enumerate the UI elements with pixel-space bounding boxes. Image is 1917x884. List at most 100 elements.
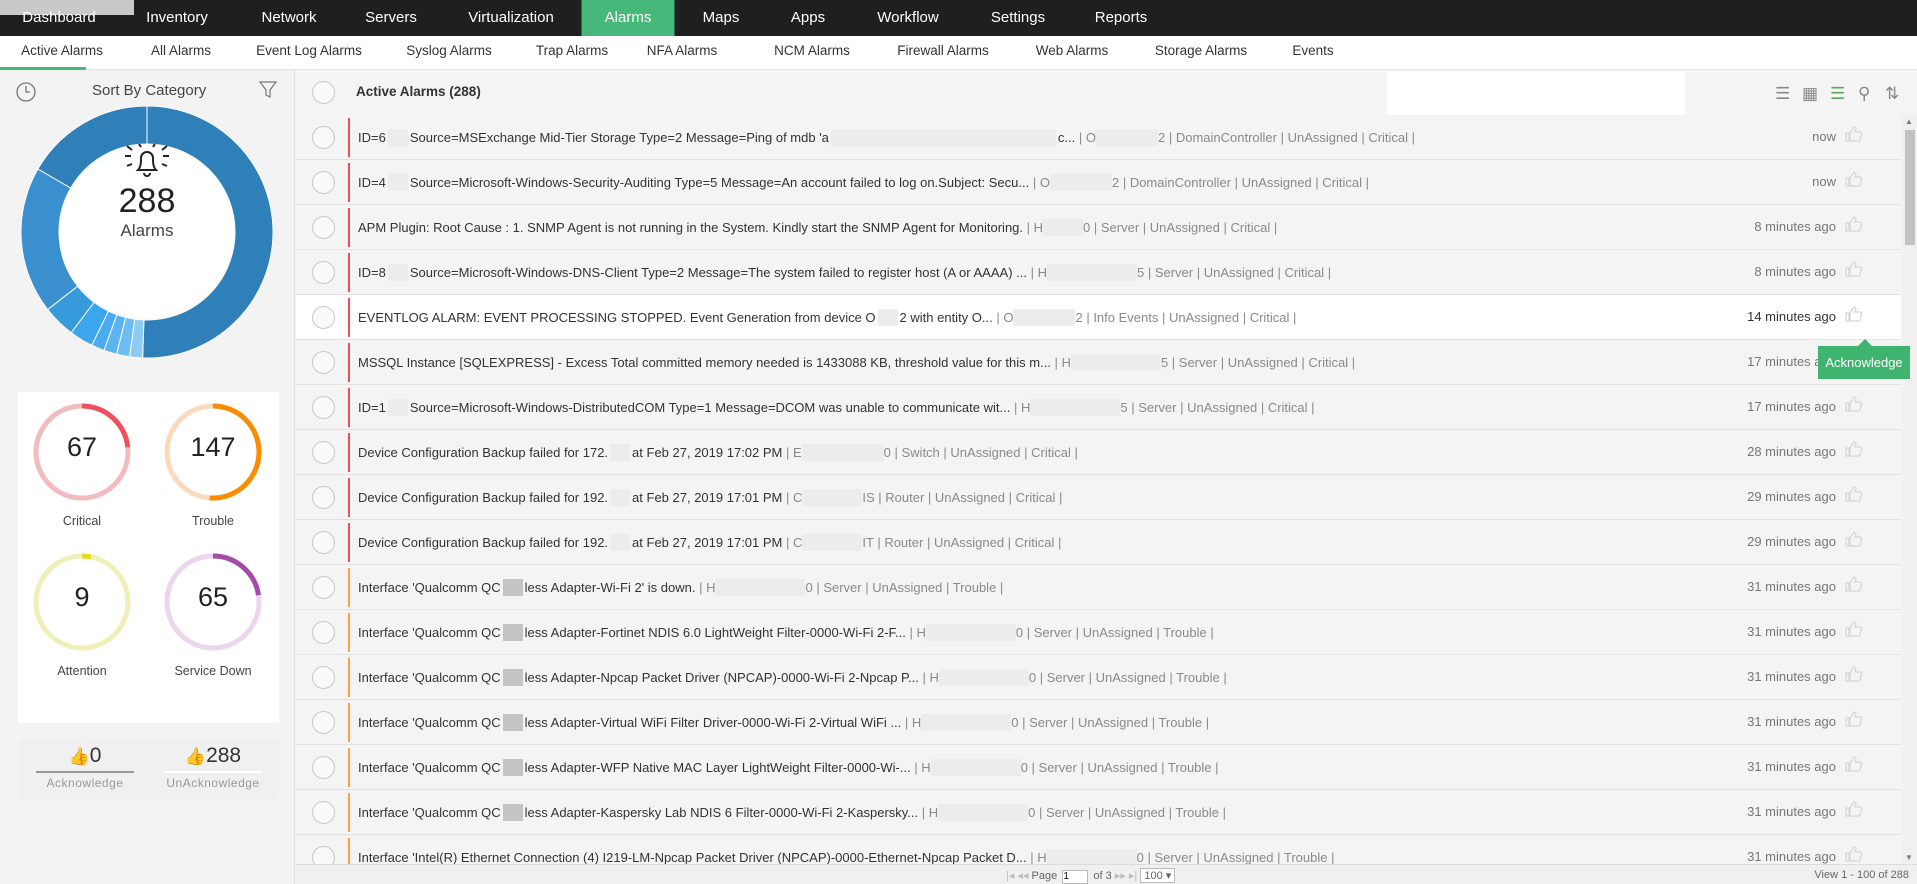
alarm-row[interactable]: Interface 'Qualcomm QC less Adapter-Kaspe… [296,790,1901,835]
alarm-row[interactable]: Interface 'Qualcomm QC less Adapter-Wi-Fi… [296,565,1901,610]
unacknowledged-count[interactable]: 👍288 UnAcknowledge [158,744,268,790]
nav-reports[interactable]: Reports [1095,0,1148,36]
alarm-message[interactable]: ID=4 Source=Microsoft-Windows-Security-Au… [358,174,1369,191]
page-size-select[interactable]: 100 ▾ [1140,868,1176,883]
row-checkbox[interactable] [312,216,335,239]
acknowledge-thumbs-up-icon[interactable] [1845,125,1863,148]
acknowledge-thumbs-up-icon[interactable] [1845,395,1863,418]
tab-nfa-alarms[interactable]: NFA Alarms [647,36,718,70]
acknowledge-thumbs-up-icon[interactable] [1845,845,1863,864]
tab-web-alarms[interactable]: Web Alarms [1036,36,1109,70]
alarm-message[interactable]: Device Configuration Backup failed for 1… [358,534,1061,551]
alarm-row[interactable]: Interface 'Qualcomm QC less Adapter-Npcap… [296,655,1901,700]
severity-ring-critical[interactable]: 67 Critical [27,400,137,528]
clock-icon[interactable] [15,81,37,103]
tab-ncm-alarms[interactable]: NCM Alarms [774,36,850,70]
first-prev-page-buttons[interactable]: |◂ ◂◂ [1006,870,1028,882]
row-checkbox[interactable] [312,666,335,689]
row-checkbox[interactable] [312,801,335,824]
page-input[interactable] [1062,869,1089,884]
row-checkbox[interactable] [312,576,335,599]
alarm-message[interactable]: Interface 'Qualcomm QC less Adapter-Kaspe… [358,804,1226,821]
tab-trap-alarms[interactable]: Trap Alarms [536,36,608,70]
tab-all-alarms[interactable]: All Alarms [151,36,211,70]
severity-ring-trouble[interactable]: 147 Trouble [158,400,268,528]
acknowledge-thumbs-up-icon[interactable] [1845,665,1863,688]
severity-ring-service-down[interactable]: 65 Service Down [158,550,268,678]
acknowledge-thumbs-up-icon[interactable] [1845,710,1863,733]
table-view-icon[interactable]: ▦ [1802,84,1818,104]
alarm-row[interactable]: Interface 'Qualcomm QC less Adapter-Forti… [296,610,1901,655]
row-checkbox[interactable] [312,306,335,329]
alarm-message[interactable]: Device Configuration Backup failed for 1… [358,444,1078,461]
alarm-row[interactable]: Interface 'Intel(R) Ethernet Connection … [296,835,1901,864]
alarm-message[interactable]: ID=8 Source=Microsoft-Windows-DNS-Client … [358,264,1331,281]
row-checkbox[interactable] [312,396,335,419]
nav-dashboard[interactable]: Dashboard [22,0,95,36]
acknowledge-thumbs-up-icon[interactable] [1845,620,1863,643]
row-checkbox[interactable] [312,531,335,554]
nav-maps[interactable]: Maps [703,0,740,36]
tab-active-alarms[interactable]: Active Alarms [21,36,103,70]
nav-virtualization[interactable]: Virtualization [468,0,554,36]
nav-settings[interactable]: Settings [991,0,1045,36]
alarm-message[interactable]: Interface 'Qualcomm QC less Adapter-Forti… [358,624,1214,641]
alarm-message[interactable]: ID=1 Source=Microsoft-Windows-Distributed… [358,399,1315,416]
alarm-message[interactable]: Interface 'Intel(R) Ethernet Connection … [358,849,1335,864]
list-view-icon[interactable]: ☰ [1775,84,1790,104]
next-last-page-buttons[interactable]: ▸▸ ▸| [1115,870,1137,882]
acknowledge-thumbs-up-icon[interactable] [1845,485,1863,508]
severity-ring-attention[interactable]: 9 Attention [27,550,137,678]
alarm-message[interactable]: Interface 'Qualcomm QC less Adapter-WFP N… [358,759,1219,776]
sort-by-category[interactable]: Sort By Category [92,82,206,99]
sort-icon[interactable]: ⇅ [1885,84,1899,104]
row-checkbox[interactable] [312,261,335,284]
nav-apps[interactable]: Apps [791,0,825,36]
acknowledge-thumbs-up-icon[interactable] [1845,305,1863,328]
row-checkbox[interactable] [312,441,335,464]
nav-servers[interactable]: Servers [365,0,417,36]
acknowledge-thumbs-up-icon[interactable] [1845,800,1863,823]
row-checkbox[interactable] [312,621,335,644]
alarm-message[interactable]: APM Plugin: Root Cause : 1. SNMP Agent i… [358,219,1277,236]
acknowledge-thumbs-up-icon[interactable] [1845,755,1863,778]
alarm-row[interactable]: Device Configuration Backup failed for 1… [296,520,1901,565]
alarm-row[interactable]: MSSQL Instance [SQLEXPRESS] - Excess Tot… [296,340,1901,385]
row-checkbox[interactable] [312,171,335,194]
nav-inventory[interactable]: Inventory [146,0,208,36]
alarm-message[interactable]: Interface 'Qualcomm QC less Adapter-Npcap… [358,669,1227,686]
select-all-checkbox[interactable] [312,81,335,104]
filter-icon[interactable] [258,80,278,100]
acknowledge-thumbs-up-icon[interactable] [1845,170,1863,193]
nav-workflow[interactable]: Workflow [877,0,938,36]
alarm-row[interactable]: ID=4 Source=Microsoft-Windows-Security-Au… [296,160,1901,205]
alarm-row[interactable]: ID=1 Source=Microsoft-Windows-Distributed… [296,385,1901,430]
tab-syslog-alarms[interactable]: Syslog Alarms [406,36,492,70]
alarm-row[interactable]: EVENTLOG ALARM: EVENT PROCESSING STOPPED… [296,295,1901,340]
row-checkbox[interactable] [312,486,335,509]
alarm-row[interactable]: Interface 'Qualcomm QC less Adapter-WFP N… [296,745,1901,790]
nav-alarms[interactable]: Alarms [581,0,675,36]
alarm-message[interactable]: Interface 'Qualcomm QC less Adapter-Wi-Fi… [358,579,1003,596]
acknowledge-thumbs-up-icon[interactable] [1845,260,1863,283]
row-checkbox[interactable] [312,711,335,734]
tab-events[interactable]: Events [1292,36,1333,70]
search-box[interactable] [1387,72,1685,115]
tab-storage-alarms[interactable]: Storage Alarms [1155,36,1247,70]
acknowledge-thumbs-up-icon[interactable] [1845,575,1863,598]
alarm-message[interactable]: ID=6 Source=MSExchange Mid-Tier Storage T… [358,129,1415,146]
acknowledge-thumbs-up-icon[interactable] [1845,530,1863,553]
acknowledged-count[interactable]: 👍0 Acknowledge [30,744,140,790]
alarm-row[interactable]: Device Configuration Backup failed for 1… [296,430,1901,475]
acknowledge-thumbs-up-icon[interactable] [1845,440,1863,463]
nav-network[interactable]: Network [261,0,316,36]
row-checkbox[interactable] [312,756,335,779]
search-icon[interactable]: ⚲ [1858,84,1870,104]
alarm-message[interactable]: Device Configuration Backup failed for 1… [358,489,1062,506]
alarm-row[interactable]: ID=8 Source=Microsoft-Windows-DNS-Client … [296,250,1901,295]
alarm-row[interactable]: ID=6 Source=MSExchange Mid-Tier Storage T… [296,115,1901,160]
alarm-row[interactable]: APM Plugin: Root Cause : 1. SNMP Agent i… [296,205,1901,250]
alarm-row[interactable]: Interface 'Qualcomm QC less Adapter-Virtu… [296,700,1901,745]
acknowledge-thumbs-up-icon[interactable] [1845,215,1863,238]
row-checkbox[interactable] [312,846,335,864]
